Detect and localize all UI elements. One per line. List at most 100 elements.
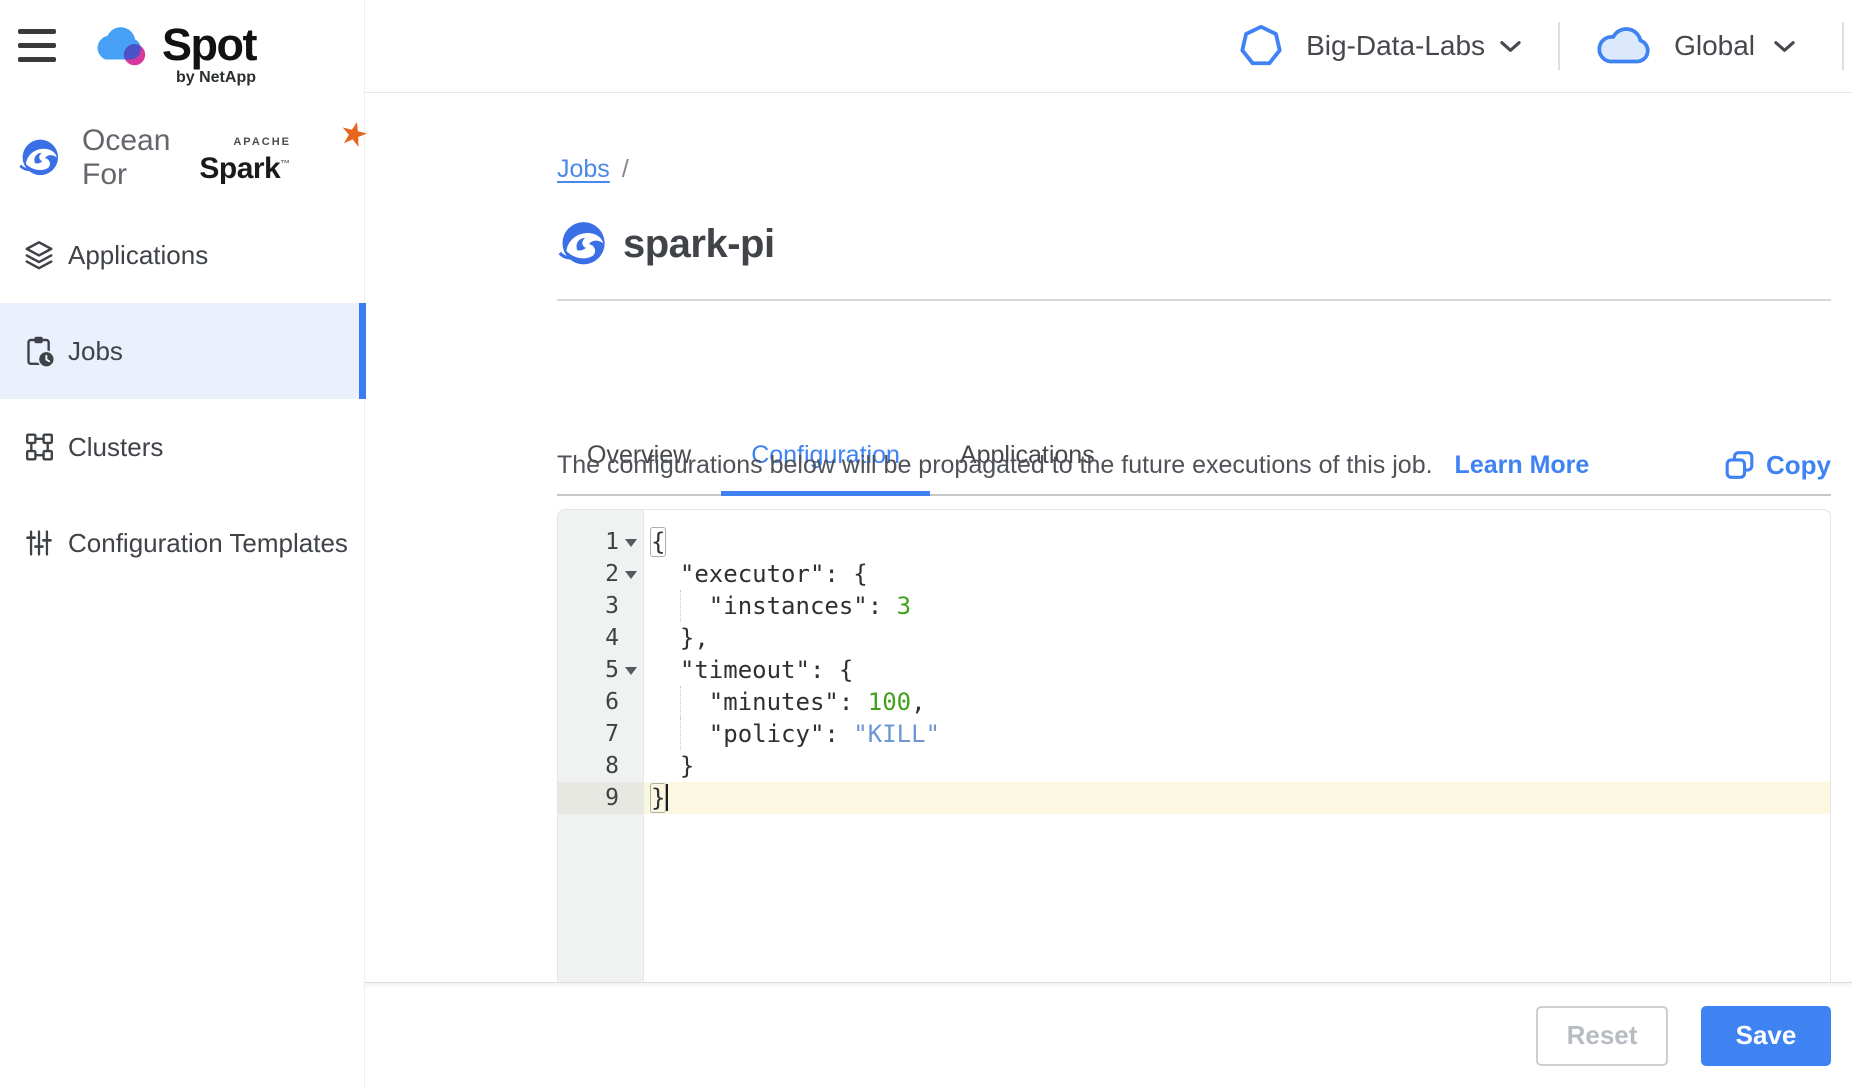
breadcrumb-jobs-link[interactable]: Jobs [557, 155, 610, 183]
sidebar-item-configuration-templates[interactable]: Configuration Templates [0, 495, 365, 591]
code-token: "executor": { [651, 560, 868, 588]
top-bar: Big-Data-Labs Global [365, 0, 1852, 93]
text-cursor [666, 784, 669, 811]
sidebar-item-label: Configuration Templates [68, 528, 348, 559]
scope-selector[interactable]: Global [1596, 24, 1796, 69]
indent-guide [680, 590, 681, 622]
code-token: , [911, 688, 925, 716]
code-line-content[interactable]: { [644, 526, 1830, 558]
apache-label: APACHE [233, 136, 291, 148]
ocean-wave-icon [18, 137, 60, 179]
brand-byline: by NetApp [176, 69, 256, 87]
code-token: { [650, 527, 666, 557]
line-number: 1 [605, 529, 619, 555]
breadcrumb-separator: / [622, 155, 629, 183]
config-editor[interactable]: 1{2 "executor": {3 "instances": 34 },5 "… [557, 509, 1831, 982]
code-line-content[interactable]: } [644, 782, 1830, 814]
page-title-row: spark-pi [557, 219, 775, 269]
code-token: "policy": [651, 720, 853, 748]
layers-icon [22, 238, 56, 272]
fold-caret-icon[interactable] [625, 571, 637, 579]
save-button[interactable]: Save [1701, 1006, 1831, 1066]
gutter-line-number[interactable]: 2 [558, 558, 644, 590]
breadcrumb: Jobs / [557, 155, 629, 184]
gutter-line-number[interactable]: 5 [558, 654, 644, 686]
line-number: 6 [605, 689, 619, 715]
cloud-scope-icon [1596, 24, 1654, 69]
sidebar-item-clusters[interactable]: Clusters [0, 399, 365, 495]
editor-line-7[interactable]: 7 "policy": "KILL" [558, 718, 1830, 750]
gutter-line-number[interactable]: 1 [558, 526, 644, 558]
sidebar: Spot by NetApp Ocean For APACHE Spark™ [0, 0, 365, 1088]
line-number: 8 [605, 753, 619, 779]
chevron-down-icon [1499, 39, 1522, 54]
spot-logo[interactable]: Spot by NetApp [92, 22, 256, 87]
hamburger-menu-button[interactable] [18, 29, 56, 63]
code-line-content[interactable]: "policy": "KILL" [644, 718, 1830, 750]
gutter-line-number[interactable]: 4 [558, 622, 644, 654]
scope-name: Global [1674, 30, 1755, 62]
brand-name: Spot [162, 22, 256, 68]
gutter-line-number[interactable]: 7 [558, 718, 644, 750]
indent-guide [680, 686, 681, 718]
org-selector[interactable]: Big-Data-Labs [1238, 23, 1522, 69]
sidebar-item-applications[interactable]: Applications [0, 207, 365, 303]
editor-line-5[interactable]: 5 "timeout": { [558, 654, 1830, 686]
code-line-content[interactable]: }, [644, 622, 1830, 654]
editor-line-9[interactable]: 9} [558, 782, 1830, 814]
code-token: "instances": [651, 592, 897, 620]
editor-line-1[interactable]: 1{ [558, 526, 1830, 558]
line-number: 4 [605, 625, 619, 651]
code-line-content[interactable]: } [644, 750, 1830, 782]
gutter-line-number[interactable]: 8 [558, 750, 644, 782]
code-token: 3 [897, 592, 911, 620]
product-switcher[interactable]: Ocean For APACHE Spark™ [18, 132, 364, 184]
fold-caret-icon[interactable] [625, 667, 637, 675]
code-token: } [651, 752, 694, 780]
code-token: 100 [868, 688, 911, 716]
line-number: 9 [605, 785, 619, 811]
line-number: 2 [605, 561, 619, 587]
reset-button[interactable]: Reset [1536, 1006, 1668, 1066]
config-description: The configurations below will be propaga… [557, 451, 1433, 480]
page-title: spark-pi [623, 222, 775, 267]
code-token: "KILL" [853, 720, 940, 748]
title-divider [557, 299, 1831, 301]
editor-line-3[interactable]: 3 "instances": 3 [558, 590, 1830, 622]
spot-cloud-icon [92, 22, 150, 68]
apache-spark-logo: APACHE Spark™ [199, 132, 364, 184]
chevron-down-icon [1773, 39, 1796, 54]
config-description-row: The configurations below will be propaga… [557, 443, 1831, 487]
code-line-content[interactable]: "minutes": 100, [644, 686, 1830, 718]
app-window: Spot by NetApp Ocean For APACHE Spark™ [0, 0, 1852, 1088]
code-line-content[interactable]: "executor": { [644, 558, 1830, 590]
editor-line-8[interactable]: 8 } [558, 750, 1830, 782]
gutter-line-number[interactable]: 3 [558, 590, 644, 622]
code-token: } [650, 783, 666, 813]
header-divider [1842, 22, 1844, 70]
copy-icon [1724, 448, 1755, 482]
line-number: 3 [605, 593, 619, 619]
code-line-content[interactable]: "timeout": { [644, 654, 1830, 686]
line-number: 5 [605, 657, 619, 683]
gutter-line-number[interactable]: 6 [558, 686, 644, 718]
heptagon-org-icon [1238, 23, 1284, 69]
code-token: "minutes": [651, 688, 868, 716]
copy-button[interactable]: Copy [1724, 448, 1831, 482]
fold-caret-icon[interactable] [625, 539, 637, 547]
main-area: Jobs/ spark-pi Overview Configuration [365, 93, 1852, 982]
header-divider [1558, 22, 1560, 70]
editor-line-4[interactable]: 4 }, [558, 622, 1830, 654]
sidebar-item-jobs[interactable]: Jobs [0, 303, 365, 399]
sidebar-item-label: Clusters [68, 432, 163, 463]
sidebar-item-label: Jobs [68, 336, 123, 367]
code-token: "timeout": { [651, 656, 853, 684]
job-wave-icon [557, 219, 607, 269]
gutter-line-number[interactable]: 9 [558, 782, 644, 814]
line-number: 7 [605, 721, 619, 747]
learn-more-link[interactable]: Learn More [1455, 451, 1590, 480]
editor-line-6[interactable]: 6 "minutes": 100, [558, 686, 1830, 718]
editor-line-2[interactable]: 2 "executor": { [558, 558, 1830, 590]
code-line-content[interactable]: "instances": 3 [644, 590, 1830, 622]
spark-wordmark: Spark™ [199, 152, 289, 185]
